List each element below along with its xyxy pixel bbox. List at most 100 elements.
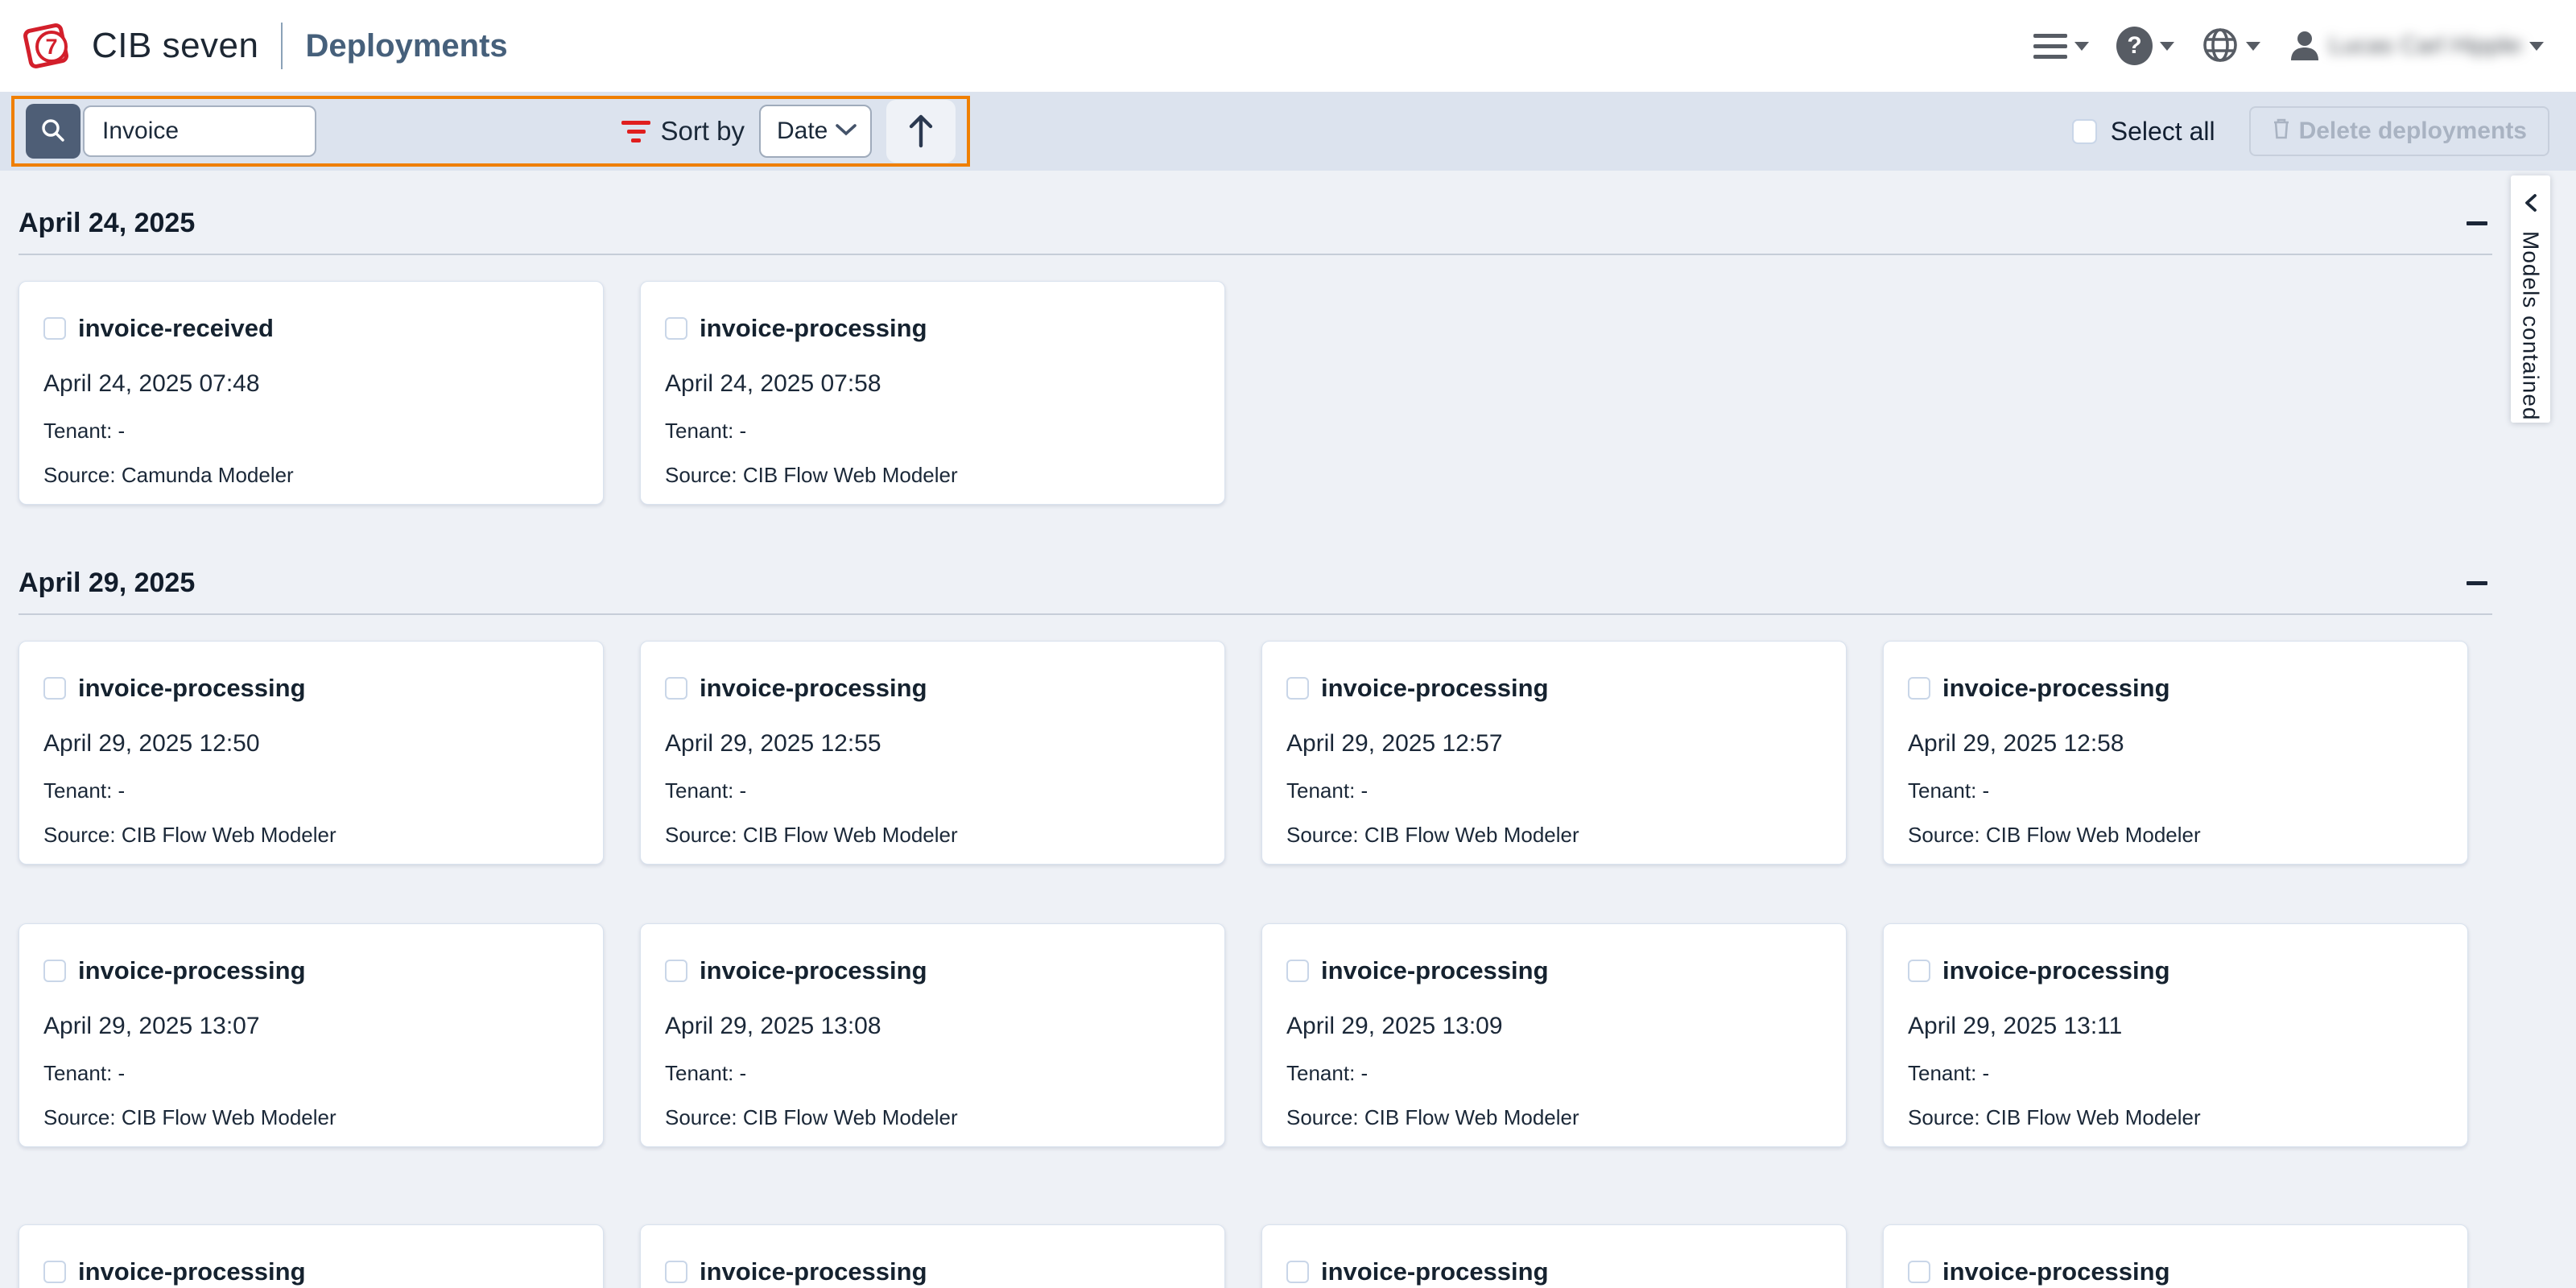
select-all-checkbox[interactable] xyxy=(2072,119,2097,144)
person-icon xyxy=(2288,28,2322,64)
deployment-tenant: Tenant: - xyxy=(1908,1061,2467,1086)
deployment-tenant: Tenant: - xyxy=(665,778,1224,803)
caret-down-icon xyxy=(2074,42,2089,51)
search-input[interactable] xyxy=(83,105,316,157)
sort-field-value: Date xyxy=(777,118,828,145)
deployment-checkbox[interactable] xyxy=(665,1261,687,1283)
deployment-card[interactable]: invoice-processing April 29, 2025 13:07 … xyxy=(19,923,604,1147)
select-all-label: Select all xyxy=(2111,117,2215,147)
deployment-source: Source: CIB Flow Web Modeler xyxy=(1908,1105,2467,1130)
toolbar-right-controls: Select all Delete deployments xyxy=(2072,92,2549,171)
deployment-checkbox[interactable] xyxy=(1286,1261,1309,1283)
caret-down-icon xyxy=(2160,42,2174,51)
minus-icon xyxy=(2467,581,2487,585)
deployment-checkbox[interactable] xyxy=(1908,1261,1930,1283)
delete-deployments-label: Delete deployments xyxy=(2299,118,2527,145)
deployment-title: invoice-processing xyxy=(1942,1257,2170,1286)
card-row: invoice-processing invoice-processing in… xyxy=(19,1224,2492,1288)
sort-field-select[interactable]: Date xyxy=(759,105,872,158)
group-divider xyxy=(19,254,2492,255)
deployment-checkbox[interactable] xyxy=(43,960,66,982)
card-header: invoice-processing xyxy=(1908,1257,2467,1286)
deployment-source: Source: CIB Flow Web Modeler xyxy=(1908,823,2467,848)
deployment-checkbox[interactable] xyxy=(665,317,687,340)
caret-down-icon xyxy=(2246,42,2260,51)
deployment-source: Source: CIB Flow Web Modeler xyxy=(665,823,1224,848)
deployment-tenant: Tenant: - xyxy=(1286,1061,1846,1086)
deployment-checkbox[interactable] xyxy=(665,960,687,982)
collapse-group-button[interactable] xyxy=(2455,570,2487,596)
deployment-datetime: April 29, 2025 13:07 xyxy=(43,1013,603,1040)
chevron-down-icon xyxy=(835,122,857,141)
deployment-checkbox[interactable] xyxy=(43,1261,66,1283)
user-menu-button[interactable]: Lucas Carl Hippler xyxy=(2288,28,2544,64)
deployment-tenant: Tenant: - xyxy=(665,1061,1224,1086)
deployment-checkbox[interactable] xyxy=(43,677,66,700)
app-header: 7 CIB seven Deployments ? xyxy=(0,0,2576,92)
search-button[interactable] xyxy=(26,104,80,159)
card-header: invoice-processing xyxy=(665,956,1224,985)
card-row: invoice-processing April 29, 2025 13:07 … xyxy=(19,923,2492,1147)
main-menu-button[interactable] xyxy=(2033,34,2089,59)
deployment-checkbox[interactable] xyxy=(1908,960,1930,982)
deployment-checkbox[interactable] xyxy=(1908,677,1930,700)
filter-toolbar: Sort by Date Select all xyxy=(0,92,2576,171)
deployment-source: Source: CIB Flow Web Modeler xyxy=(1286,1105,1846,1130)
page-title: Deployments xyxy=(305,28,507,64)
help-menu-button[interactable]: ? xyxy=(2116,27,2174,65)
deployment-card[interactable]: invoice-processing April 29, 2025 13:08 … xyxy=(640,923,1225,1147)
deployment-checkbox[interactable] xyxy=(43,317,66,340)
deployment-checkbox[interactable] xyxy=(665,677,687,700)
deployment-datetime: April 29, 2025 13:08 xyxy=(665,1013,1224,1040)
chevron-left-icon xyxy=(2522,193,2540,217)
group-date-heading: April 29, 2025 xyxy=(19,565,2492,601)
models-contained-tab[interactable]: Models contained xyxy=(2511,175,2550,423)
deployment-card[interactable]: invoice-received April 24, 2025 07:48 Te… xyxy=(19,281,604,505)
deployment-card[interactable]: invoice-processing April 29, 2025 12:55 … xyxy=(640,641,1225,865)
collapse-group-button[interactable] xyxy=(2455,210,2487,236)
models-contained-label: Models contained xyxy=(2518,231,2544,420)
deployment-card[interactable]: invoice-processing April 29, 2025 12:50 … xyxy=(19,641,604,865)
question-circle-icon: ? xyxy=(2116,27,2153,65)
deployment-card[interactable]: invoice-processing April 29, 2025 12:58 … xyxy=(1883,641,2468,865)
trash-icon xyxy=(2272,117,2291,146)
magnifier-icon xyxy=(39,117,67,147)
deployment-checkbox[interactable] xyxy=(1286,960,1309,982)
card-header: invoice-received xyxy=(43,314,603,343)
deployment-datetime: April 24, 2025 07:58 xyxy=(665,370,1224,398)
deployment-card[interactable]: invoice-processing April 29, 2025 12:57 … xyxy=(1261,641,1847,865)
deployment-tenant: Tenant: - xyxy=(1286,778,1846,803)
cib-seven-logo-icon: 7 xyxy=(24,19,77,72)
deployment-tenant: Tenant: - xyxy=(43,1061,603,1086)
deployment-card[interactable]: invoice-processing April 29, 2025 13:11 … xyxy=(1883,923,2468,1147)
deployment-checkbox[interactable] xyxy=(1286,677,1309,700)
deployment-date-group: April 24, 2025 invoice-received April 24… xyxy=(19,205,2492,505)
language-menu-button[interactable] xyxy=(2202,27,2260,66)
hamburger-icon xyxy=(2033,34,2067,59)
delete-deployments-button[interactable]: Delete deployments xyxy=(2249,106,2549,156)
deployment-card[interactable]: invoice-processing April 24, 2025 07:58 … xyxy=(640,281,1225,505)
brand-logo-link[interactable]: 7 CIB seven xyxy=(24,19,258,72)
deployment-title: invoice-processing xyxy=(1321,674,1549,703)
globe-icon xyxy=(2202,27,2239,66)
deployment-card[interactable]: invoice-processing xyxy=(1261,1224,1847,1288)
card-header: invoice-processing xyxy=(665,1257,1224,1286)
deployment-source: Source: CIB Flow Web Modeler xyxy=(665,1105,1224,1130)
card-row: invoice-processing April 29, 2025 12:50 … xyxy=(19,641,2492,865)
deployment-title: invoice-processing xyxy=(78,1257,306,1286)
group-header: April 24, 2025 xyxy=(19,205,2492,241)
deployment-card[interactable]: invoice-processing April 29, 2025 13:09 … xyxy=(1261,923,1847,1147)
deployment-datetime: April 29, 2025 12:50 xyxy=(43,730,603,758)
deployment-title: invoice-processing xyxy=(700,674,927,703)
sort-direction-button[interactable] xyxy=(886,100,956,163)
caret-down-icon xyxy=(2529,42,2544,51)
deployment-card[interactable]: invoice-processing xyxy=(640,1224,1225,1288)
group-date-heading: April 24, 2025 xyxy=(19,205,2492,241)
deployment-title: invoice-processing xyxy=(700,956,927,985)
deployment-title: invoice-received xyxy=(78,314,274,343)
deployment-card[interactable]: invoice-processing xyxy=(19,1224,604,1288)
deployment-source: Source: CIB Flow Web Modeler xyxy=(43,823,603,848)
deployments-list: April 24, 2025 invoice-received April 24… xyxy=(19,205,2492,1288)
card-header: invoice-processing xyxy=(1286,674,1846,703)
deployment-card[interactable]: invoice-processing xyxy=(1883,1224,2468,1288)
